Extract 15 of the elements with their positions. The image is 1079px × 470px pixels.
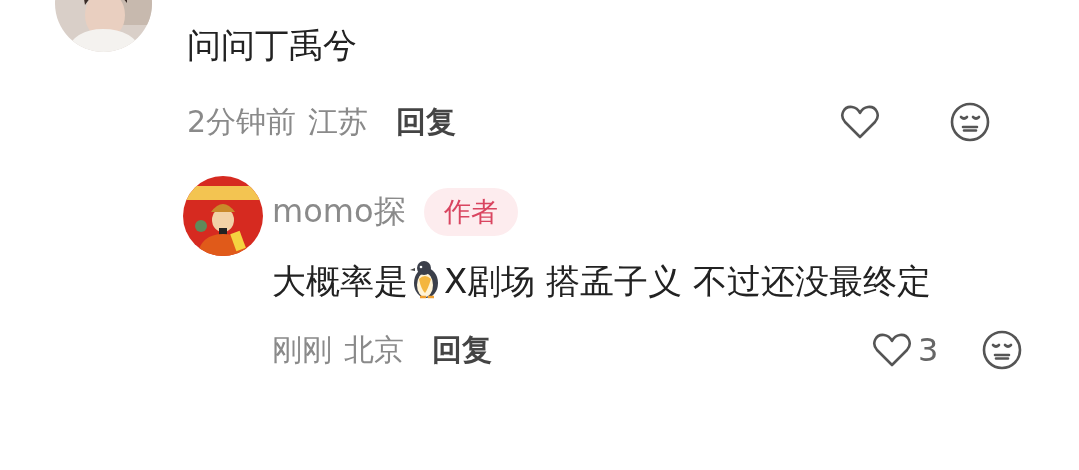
timestamp: 2分钟前 xyxy=(187,102,297,141)
reply-text: X剧场 搭孟子义 不过还没最终定 xyxy=(444,261,931,301)
comment-text: 问问丁禹兮 xyxy=(187,24,358,67)
reply-link[interactable]: 回复 xyxy=(396,101,457,143)
location: 北京 xyxy=(344,330,404,369)
author-badge: 作者 xyxy=(423,188,518,236)
heart-icon[interactable] xyxy=(872,332,912,368)
like-count: 3 xyxy=(918,331,939,369)
neutral-face-icon[interactable] xyxy=(950,102,990,142)
neutral-face-icon[interactable] xyxy=(982,330,1022,370)
timestamp: 刚刚 xyxy=(272,330,332,369)
reply-text: 大概率是 xyxy=(272,261,408,301)
location: 江苏 xyxy=(308,102,369,141)
heart-icon[interactable] xyxy=(840,104,880,140)
reply-link[interactable]: 回复 xyxy=(432,329,492,371)
